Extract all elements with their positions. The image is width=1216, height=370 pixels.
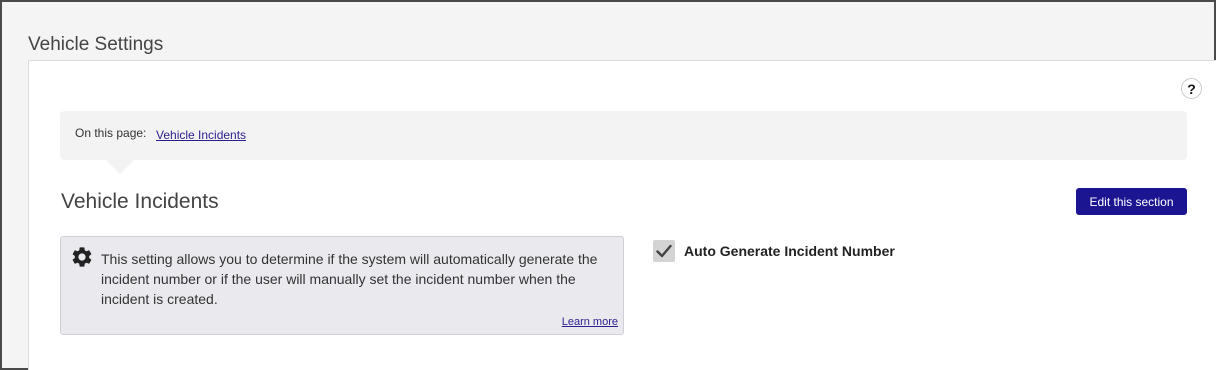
section-title: Vehicle Incidents: [61, 190, 219, 213]
setting-info-box: This setting allows you to determine if …: [60, 236, 624, 335]
help-button[interactable]: ?: [1181, 78, 1202, 99]
on-this-page-box: On this page: Vehicle Incidents: [60, 111, 1187, 174]
auto-generate-label: Auto Generate Incident Number: [684, 243, 895, 259]
checkmark-icon: [656, 244, 672, 258]
window-frame: Vehicle Settings ? On this page: Vehicle…: [0, 0, 1216, 370]
page-title: Vehicle Settings: [28, 34, 164, 55]
setting-description: This setting allows you to determine if …: [101, 251, 598, 307]
settings-panel: ? On this page: Vehicle Incidents Vehicl…: [28, 60, 1216, 370]
auto-generate-setting: Auto Generate Incident Number: [653, 239, 895, 263]
gear-icon: [72, 247, 92, 267]
auto-generate-checkbox[interactable]: [653, 240, 675, 262]
learn-more-link[interactable]: Learn more: [562, 316, 618, 328]
question-icon: ?: [1187, 80, 1196, 97]
on-this-page-link-vehicle-incidents[interactable]: Vehicle Incidents: [156, 128, 246, 142]
on-this-page-label: On this page:: [75, 126, 147, 140]
edit-section-button[interactable]: Edit this section: [1076, 188, 1187, 215]
